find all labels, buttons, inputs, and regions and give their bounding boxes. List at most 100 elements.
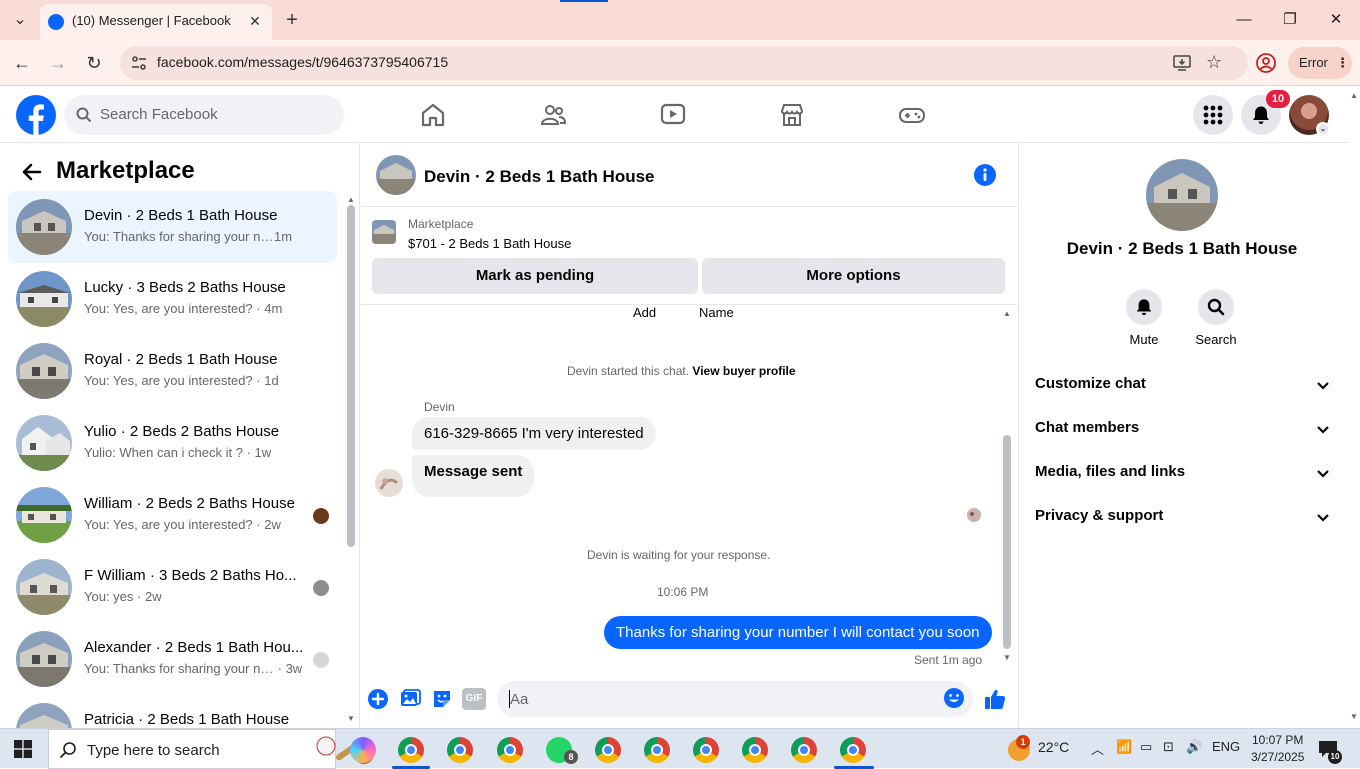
chrome-app-icon[interactable] — [398, 737, 424, 763]
conversation-item[interactable]: Devin · 2 Beds 1 Bath House You: Thanks … — [8, 191, 337, 263]
maximize-window-button[interactable]: ❐ — [1270, 6, 1310, 34]
chevron-down-icon — [1317, 514, 1329, 522]
taskbar-clock[interactable]: 10:07 PM 3/27/2025 — [1251, 732, 1304, 766]
chrome-app-icon[interactable] — [791, 737, 817, 763]
taskbar-search-box[interactable]: Type here to search — [48, 729, 374, 769]
video-icon[interactable] — [659, 101, 687, 129]
reload-icon[interactable]: ↻ — [80, 49, 108, 77]
chrome-app-icon[interactable] — [742, 737, 768, 763]
windows-start-icon[interactable] — [14, 740, 32, 758]
sidebar-scroll-up-icon[interactable]: ▲ — [347, 195, 355, 204]
tab-close-icon[interactable]: ✕ — [246, 12, 264, 30]
message-input[interactable]: Aa — [497, 681, 973, 717]
conversation-preview: Yulio: When can i check it ? · 1w — [84, 445, 272, 460]
language-indicator[interactable]: ENG — [1212, 739, 1240, 754]
minimize-window-button[interactable]: — — [1224, 6, 1264, 34]
chrome-app-icon[interactable] — [840, 737, 866, 763]
facebook-search-placeholder: Search Facebook — [100, 106, 218, 123]
menu-button[interactable] — [1193, 95, 1233, 135]
copilot-icon[interactable] — [350, 737, 376, 763]
chrome-app-icon[interactable] — [447, 737, 473, 763]
more-options-button[interactable]: More options — [702, 258, 1005, 294]
privacy-support-section[interactable]: Privacy & support — [1027, 495, 1337, 539]
chrome-app-icon[interactable] — [693, 737, 719, 763]
search-label: Search — [1195, 332, 1237, 347]
outgoing-message[interactable]: Thanks for sharing your number I will co… — [604, 616, 992, 649]
home-icon[interactable] — [419, 101, 447, 129]
gaming-icon[interactable] — [898, 101, 926, 129]
new-tab-plus-icon[interactable]: + — [280, 8, 304, 32]
browser-tab-messenger[interactable]: (10) Messenger | Facebook ✕ — [40, 4, 272, 40]
conversation-item[interactable]: Patricia · 2 Beds 1 Bath House — [8, 695, 337, 728]
facebook-logo-icon[interactable] — [16, 95, 56, 135]
info-icon[interactable] — [973, 163, 997, 187]
chat-listing-thumbnail[interactable] — [376, 155, 416, 195]
address-bar[interactable]: facebook.com/messages/t/9646373795406715… — [120, 46, 1248, 80]
close-window-button[interactable]: ✕ — [1316, 6, 1356, 34]
page-scrollbar[interactable]: ▲ ▼ — [1348, 87, 1360, 728]
gif-button[interactable]: GIF — [462, 688, 486, 710]
browser-profile-icon[interactable] — [1255, 52, 1277, 74]
sticker-icon[interactable] — [430, 687, 454, 711]
chrome-app-icon[interactable] — [497, 737, 523, 763]
browser-menu-dots-icon[interactable]: ⋮ — [1336, 47, 1349, 79]
battery-icon[interactable]: ▭ — [1140, 739, 1152, 755]
message-composer: GIF Aa — [361, 675, 1017, 725]
incoming-message[interactable]: 616-329-8665 I'm very interested — [412, 417, 656, 450]
volume-icon[interactable]: 🔊 — [1186, 739, 1202, 755]
media-files-links-section[interactable]: Media, files and links — [1027, 451, 1337, 495]
chat-started-notice: Devin started this chat. View buyer prof… — [567, 364, 796, 378]
conversation-name: Royal · 2 Beds 1 Bath House — [84, 351, 278, 368]
chat-scroll-up-icon[interactable]: ▲ — [1003, 309, 1011, 318]
conversation-item[interactable]: William · 2 Beds 2 Baths House You: Yes,… — [8, 479, 337, 551]
back-arrow-icon[interactable] — [20, 160, 44, 184]
browser-error-button[interactable]: Error ⋮ — [1288, 47, 1352, 79]
incoming-message[interactable]: Message sent — [412, 455, 535, 497]
chat-scroll-down-icon[interactable]: ▼ — [1003, 653, 1011, 662]
listing-avatar[interactable] — [1146, 159, 1218, 231]
chat-title[interactable]: Devin · 2 Beds 1 Bath House — [424, 167, 655, 187]
back-arrow-icon[interactable]: ← — [8, 49, 36, 77]
partial-field-label: Add — [633, 305, 657, 320]
conversation-item[interactable]: Alexander · 2 Beds 1 Bath Hou... You: Th… — [8, 623, 337, 695]
chat-members-section[interactable]: Chat members — [1027, 407, 1337, 451]
conversation-item[interactable]: Yulio · 2 Beds 2 Baths House Yulio: When… — [8, 407, 337, 479]
facebook-search-box[interactable]: Search Facebook — [64, 95, 344, 135]
forward-arrow-icon[interactable]: → — [44, 49, 72, 77]
conversation-item[interactable]: Lucky · 3 Beds 2 Baths House You: Yes, a… — [8, 263, 337, 335]
thumbs-up-icon[interactable] — [983, 687, 1007, 711]
search-in-chat-button[interactable]: Search — [1186, 289, 1246, 347]
install-app-icon[interactable] — [1172, 53, 1192, 73]
show-hidden-icons-chevron-icon[interactable]: ︿ — [1091, 739, 1104, 758]
customize-chat-section[interactable]: Customize chat — [1027, 363, 1337, 407]
marketplace-icon[interactable] — [778, 101, 806, 129]
site-settings-icon[interactable] — [130, 54, 148, 72]
chrome-app-icon[interactable] — [644, 737, 670, 763]
tab-search-chevron-icon[interactable]: ⌄ — [8, 8, 32, 32]
sidebar-scrollbar[interactable] — [347, 205, 355, 547]
sender-avatar[interactable] — [375, 469, 403, 497]
wifi-icon[interactable]: 📶 — [1116, 739, 1132, 755]
photo-icon[interactable] — [398, 687, 422, 711]
conversation-item[interactable]: Royal · 2 Beds 1 Bath House You: Yes, ar… — [8, 335, 337, 407]
mute-button[interactable]: Mute — [1114, 289, 1174, 347]
listing-mini-thumbnail[interactable] — [372, 220, 396, 244]
network-icon[interactable]: ⊡ — [1163, 739, 1174, 755]
plus-circle-icon[interactable] — [366, 687, 390, 711]
bookmark-star-icon[interactable]: ☆ — [1206, 52, 1222, 73]
sender-name: Devin — [424, 400, 455, 414]
friends-icon[interactable] — [539, 101, 567, 129]
weather-temperature[interactable]: 22°C — [1038, 739, 1069, 755]
seen-avatar — [313, 580, 329, 596]
account-chevron-down-icon[interactable]: ⌄ — [1316, 122, 1330, 136]
emoji-icon[interactable] — [943, 687, 965, 709]
action-center-badge: 10 — [1328, 750, 1342, 764]
sidebar-scroll-down-icon[interactable]: ▼ — [347, 714, 355, 723]
chat-scrollbar[interactable] — [1003, 435, 1011, 649]
listing-price-title[interactable]: $701 - 2 Beds 1 Bath House — [408, 236, 571, 251]
mark-as-pending-button[interactable]: Mark as pending — [372, 258, 698, 294]
chrome-app-icon[interactable] — [595, 737, 621, 763]
conversation-item[interactable]: F William · 3 Beds 2 Baths Ho... You: ye… — [8, 551, 337, 623]
listing-thumbnail — [16, 559, 72, 615]
view-buyer-profile-link[interactable]: View buyer profile — [692, 364, 795, 378]
